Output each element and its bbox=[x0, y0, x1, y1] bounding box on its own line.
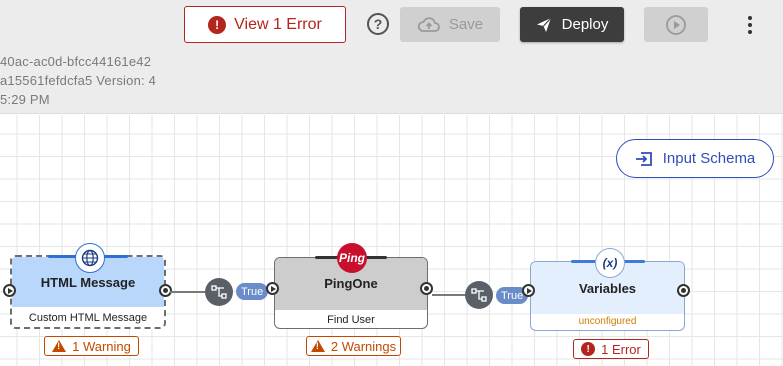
view-errors-label: View 1 Error bbox=[234, 15, 322, 33]
variable-icon: (x) bbox=[595, 248, 625, 278]
node-subtitle: unconfigured bbox=[578, 316, 637, 327]
save-button[interactable]: Save bbox=[400, 7, 500, 42]
node-subtitle: Find User bbox=[327, 314, 375, 326]
play-circle-icon bbox=[666, 14, 686, 35]
branch-icon[interactable] bbox=[465, 281, 493, 309]
node-title: PingOne bbox=[324, 276, 378, 291]
deploy-button[interactable]: Deploy bbox=[520, 7, 624, 42]
flow-version-text: a15561fefdcfa5 Version: 4 bbox=[0, 73, 157, 88]
branch-icon[interactable] bbox=[205, 278, 233, 306]
flow-canvas[interactable]: Input Schema HTML Message Custom HTML Me… bbox=[0, 115, 783, 366]
input-schema-label: Input Schema bbox=[662, 150, 756, 167]
save-label: Save bbox=[448, 16, 484, 33]
view-errors-button[interactable]: ! View 1 Error bbox=[184, 6, 346, 43]
deploy-label: Deploy bbox=[561, 16, 609, 33]
input-port[interactable] bbox=[522, 284, 535, 297]
run-flow-button[interactable] bbox=[644, 7, 708, 42]
error-icon: ! bbox=[581, 342, 596, 356]
send-icon bbox=[536, 17, 552, 32]
globe-icon bbox=[75, 243, 105, 273]
html-message-node[interactable]: HTML Message Custom HTML Message bbox=[3, 243, 172, 329]
warning-icon bbox=[310, 340, 325, 352]
variables-node[interactable]: (x) Variables unconfigured bbox=[522, 248, 690, 331]
flow-header: 40ac-ac0d-bfcc44161e42 a15561fefdcfa5 Ve… bbox=[0, 0, 783, 114]
flow-id-text: 40ac-ac0d-bfcc44161e42 bbox=[0, 54, 152, 69]
node-title: Variables bbox=[578, 281, 637, 296]
cloud-upload-icon bbox=[417, 16, 440, 32]
node-subtitle: Custom HTML Message bbox=[28, 312, 148, 324]
output-port[interactable] bbox=[677, 284, 690, 297]
warning-badge[interactable]: 1 Warning bbox=[44, 336, 139, 356]
help-icon[interactable]: ? bbox=[367, 13, 389, 35]
flow-updated-time: 5:29 PM bbox=[0, 92, 50, 107]
error-badge[interactable]: ! 1 Error bbox=[573, 339, 649, 359]
input-port[interactable] bbox=[3, 284, 16, 297]
input-schema-button[interactable]: Input Schema bbox=[616, 139, 774, 178]
error-icon: ! bbox=[208, 15, 227, 34]
warning-badge[interactable]: 2 Warnings bbox=[306, 336, 401, 356]
pingone-node[interactable]: Ping PingOne Find User bbox=[266, 243, 433, 329]
input-port[interactable] bbox=[266, 282, 279, 295]
more-options-icon[interactable] bbox=[740, 12, 760, 38]
connector-line bbox=[170, 291, 210, 293]
warning-icon bbox=[52, 340, 67, 352]
node-title: HTML Message bbox=[40, 275, 136, 290]
input-arrow-icon bbox=[635, 151, 652, 166]
pingone-logo-icon: Ping bbox=[337, 243, 367, 273]
true-label: True bbox=[236, 283, 269, 300]
